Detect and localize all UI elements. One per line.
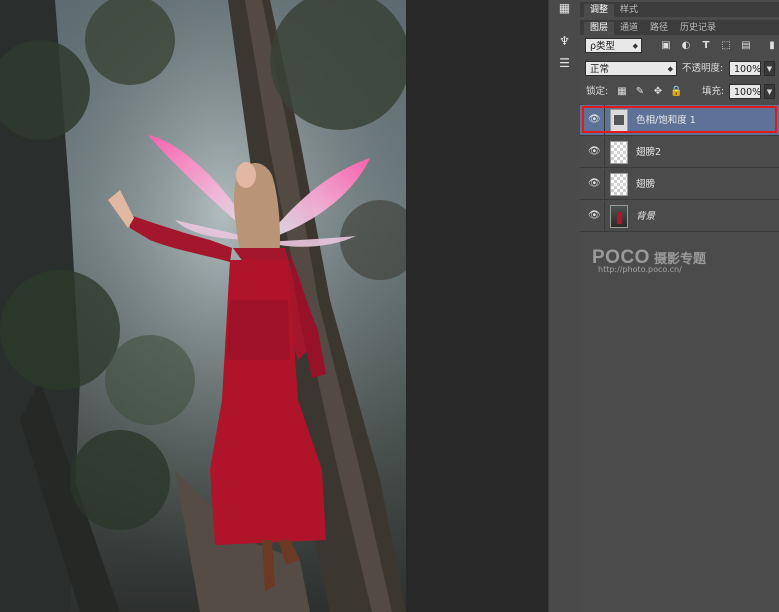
type-filter-icon[interactable]: T [700,40,712,52]
tab-styles[interactable]: 样式 [614,4,644,17]
photo-layer-thumbnail [610,205,628,228]
selection-highlight-box [582,106,777,133]
fill-value: 100% [734,87,762,98]
layer-row-wings-2[interactable]: 👁 翅膀2 [580,137,779,168]
divider [604,201,605,232]
lock-all-icon[interactable]: 🔒 [670,86,682,98]
adjustment-filter-icon[interactable]: ◐ [680,40,692,52]
chevron-down-icon: ◆ [632,42,638,50]
adjustments-tab-row: 调整 样式 [580,2,779,17]
canvas-gap [406,0,548,612]
poco-cn: 摄影专题 [653,251,706,266]
layers-panel: 调整 样式 图层 通道 路径 历史记录 ρ类型 ◆ ▣ ◐ T ⬚ ▤ ▮ 正常… [580,0,779,612]
visibility-eye-icon[interactable]: 👁 [588,210,601,222]
fill-dropdown-button[interactable]: ▼ [764,84,775,99]
opacity-dropdown-button[interactable]: ▼ [764,61,775,76]
layer-row-background[interactable]: 👁 背景 [580,201,779,232]
fill-label: 填充: [702,86,725,97]
lock-paint-icon[interactable]: ✎ [634,86,646,98]
blend-mode-value: 正常 [590,64,610,75]
lock-label: 锁定: [586,86,609,97]
lock-bar: 锁定: ▦ ✎ ✥ 🔒 填充: 100% ▼ [580,82,779,104]
layer-row-wings[interactable]: 👁 翅膀 [580,169,779,200]
divider [604,169,605,200]
layers-tab-row: 图层 通道 路径 历史记录 [580,20,779,35]
layer-name: 背景 [636,211,656,222]
opacity-field[interactable]: 100% [729,61,761,76]
blend-bar: 正常 ◆ 不透明度: 100% ▼ [580,58,779,80]
divider [604,137,605,168]
filter-kind-label: ρ类型 [590,41,616,52]
poco-url: http://photo.poco.cn/ [598,265,682,274]
fill-field[interactable]: 100% [729,84,761,99]
tab-layers[interactable]: 图层 [584,22,615,35]
figure-mark [617,212,622,224]
blend-mode-select[interactable]: 正常 ◆ [585,61,677,76]
filter-kind-select[interactable]: ρ类型 ◆ [585,38,642,53]
shape-filter-icon[interactable]: ⬚ [720,40,732,52]
layer-name: 翅膀 [636,179,656,190]
opacity-value: 100% [734,64,762,75]
visibility-eye-icon[interactable]: 👁 [588,178,601,190]
transparent-layer-thumbnail [610,173,628,196]
transparent-layer-thumbnail [610,141,628,164]
photo-artwork [0,0,406,612]
chevron-down-icon: ◆ [667,65,673,73]
pixel-filter-icon[interactable]: ▣ [660,40,672,52]
tab-channels[interactable]: 通道 [614,22,644,35]
lock-move-icon[interactable]: ✥ [652,86,664,98]
layer-name: 翅膀2 [636,147,662,158]
visibility-eye-icon[interactable]: 👁 [588,146,601,158]
layer-filter-bar: ρ类型 ◆ ▣ ◐ T ⬚ ▤ ▮ [580,36,779,58]
properties-icon[interactable]: ▦ [556,0,573,16]
opacity-label: 不透明度: [682,63,724,74]
tab-adjustments[interactable]: 调整 [584,4,615,17]
lock-transparent-icon[interactable]: ▦ [616,86,628,98]
panel-tool-strip: ▦ ♆ ☰ [548,0,581,612]
tab-history[interactable]: 历史记录 [674,22,722,35]
brush-settings-icon[interactable]: ♆ [556,33,573,49]
tab-paths[interactable]: 路径 [644,22,674,35]
document-canvas[interactable] [0,0,406,612]
filter-toggle-icon[interactable]: ▮ [766,40,778,52]
sliders-icon[interactable]: ☰ [556,55,573,71]
smart-object-filter-icon[interactable]: ▤ [740,40,752,52]
